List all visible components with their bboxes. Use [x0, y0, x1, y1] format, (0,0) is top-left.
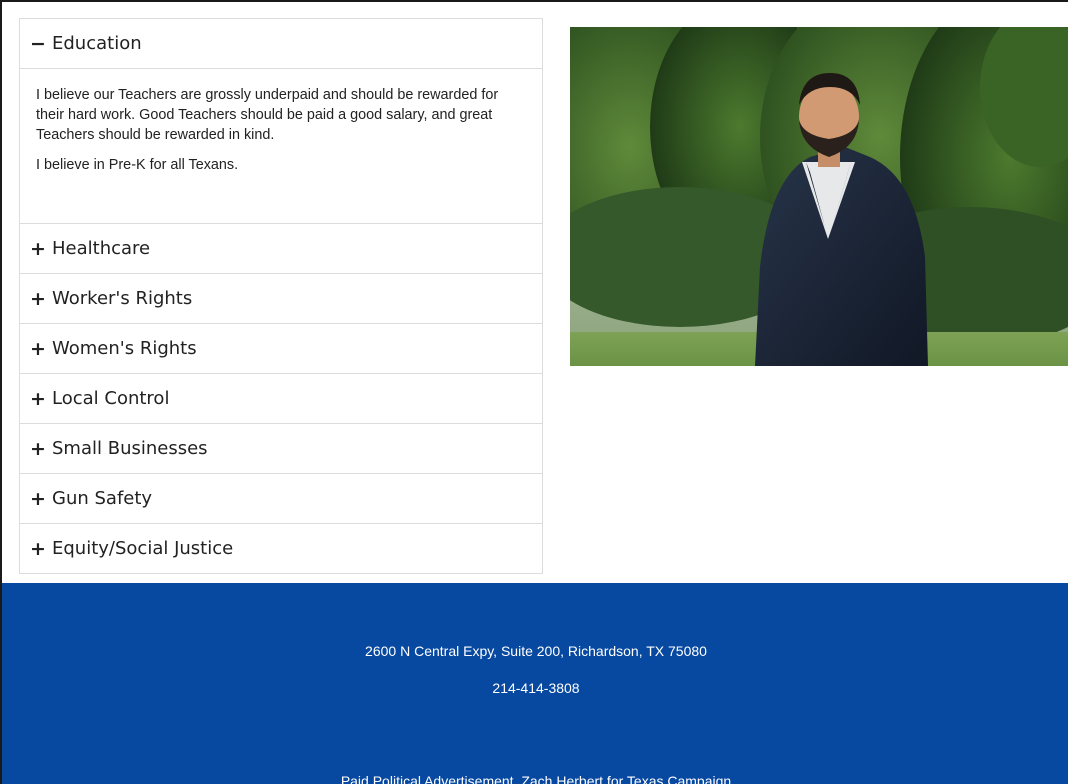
accordion-header-workers-rights[interactable]: + Worker's Rights — [20, 274, 542, 323]
expand-icon: + — [30, 337, 46, 360]
accordion-item-gun-safety: + Gun Safety — [20, 474, 542, 524]
accordion-header-womens-rights[interactable]: + Women's Rights — [20, 324, 542, 373]
accordion-title: Small Businesses — [52, 438, 208, 459]
expand-icon: + — [30, 437, 46, 460]
footer-address: 2600 N Central Expy, Suite 200, Richards… — [365, 643, 707, 659]
issues-accordion: − Education I believe our Teachers are g… — [19, 18, 543, 574]
accordion-title: Local Control — [52, 388, 170, 409]
accordion-title: Women's Rights — [52, 338, 197, 359]
accordion-header-local-control[interactable]: + Local Control — [20, 374, 542, 423]
accordion-title: Equity/Social Justice — [52, 538, 234, 559]
accordion-header-equity-social-justice[interactable]: + Equity/Social Justice — [20, 524, 542, 573]
accordion-item-small-businesses: + Small Businesses — [20, 424, 542, 474]
accordion-panel-education: I believe our Teachers are grossly under… — [20, 68, 542, 223]
expand-icon: + — [30, 237, 46, 260]
accordion-header-gun-safety[interactable]: + Gun Safety — [20, 474, 542, 523]
expand-icon: + — [30, 537, 46, 560]
accordion-item-education: − Education I believe our Teachers are g… — [20, 19, 542, 224]
expand-icon: + — [30, 287, 46, 310]
accordion-header-healthcare[interactable]: + Healthcare — [20, 224, 542, 273]
expand-icon: + — [30, 387, 46, 410]
page: − Education I believe our Teachers are g… — [0, 0, 1068, 784]
accordion-header-small-businesses[interactable]: + Small Businesses — [20, 424, 542, 473]
accordion-item-workers-rights: + Worker's Rights — [20, 274, 542, 324]
accordion-header-education[interactable]: − Education — [20, 19, 542, 68]
education-paragraph: I believe our Teachers are grossly under… — [36, 87, 499, 143]
accordion-title: Gun Safety — [52, 488, 153, 509]
collapse-icon: − — [30, 32, 46, 55]
site-footer: 2600 N Central Expy, Suite 200, Richards… — [2, 583, 1068, 784]
candidate-photo — [570, 27, 1068, 366]
candidate-portrait-image — [570, 27, 1068, 366]
accordion-item-equity-social-justice: + Equity/Social Justice — [20, 524, 542, 573]
accordion-item-local-control: + Local Control — [20, 374, 542, 424]
expand-icon: + — [30, 487, 46, 510]
accordion-item-healthcare: + Healthcare — [20, 224, 542, 274]
accordion-title: Education — [52, 33, 142, 54]
footer-disclaimer: Paid Political Advertisement, Zach Herbe… — [340, 773, 732, 784]
accordion-title: Worker's Rights — [52, 288, 193, 309]
footer-phone[interactable]: 214-414-3808 — [2, 680, 1068, 696]
education-paragraph: I believe in Pre-K for all Texans. — [36, 157, 239, 173]
accordion-item-womens-rights: + Women's Rights — [20, 324, 542, 374]
accordion-title: Healthcare — [52, 238, 151, 259]
